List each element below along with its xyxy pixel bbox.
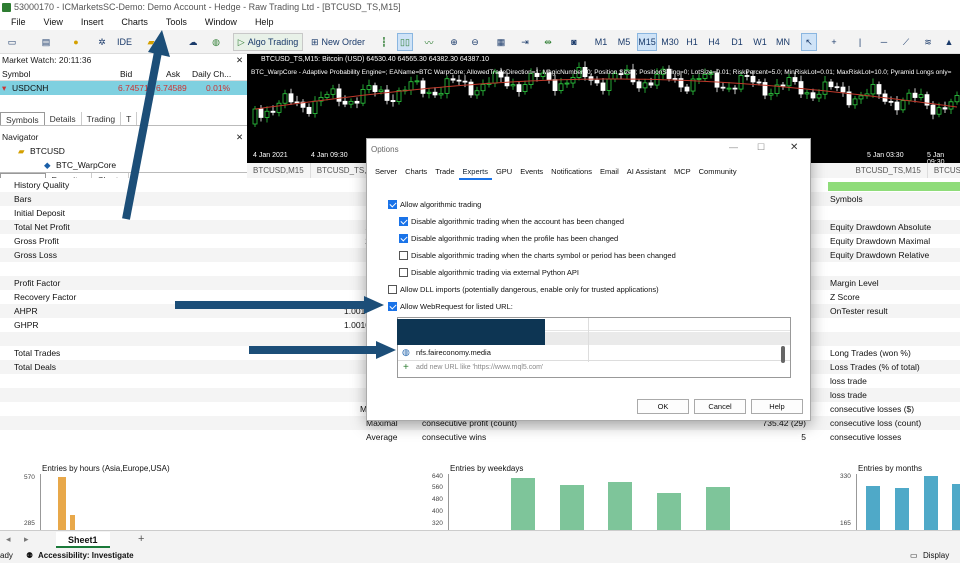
arrow-to-url [249, 341, 396, 359]
annotation-arrows [122, 30, 396, 359]
arrow-to-tools [122, 30, 170, 220]
arrow-to-webrequest [175, 296, 384, 314]
